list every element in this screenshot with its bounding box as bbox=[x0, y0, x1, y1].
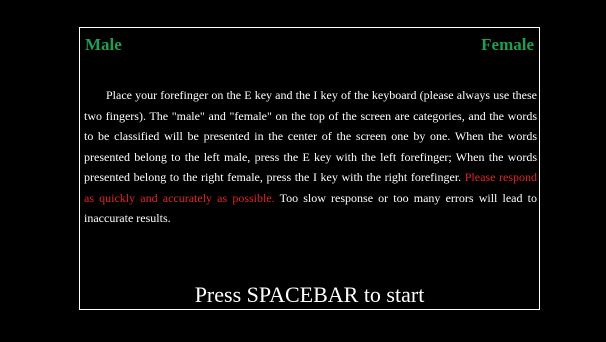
instruction-frame: Male Female Place your forefinger on the… bbox=[79, 27, 540, 310]
start-prompt[interactable]: Press SPACEBAR to start bbox=[80, 282, 539, 308]
instruction-text: Place your forefinger on the E key and t… bbox=[84, 85, 537, 229]
right-category-label: Female bbox=[481, 35, 534, 54]
left-category-label: Male bbox=[85, 35, 122, 54]
task-screen: Male Female Place your forefinger on the… bbox=[0, 0, 606, 342]
